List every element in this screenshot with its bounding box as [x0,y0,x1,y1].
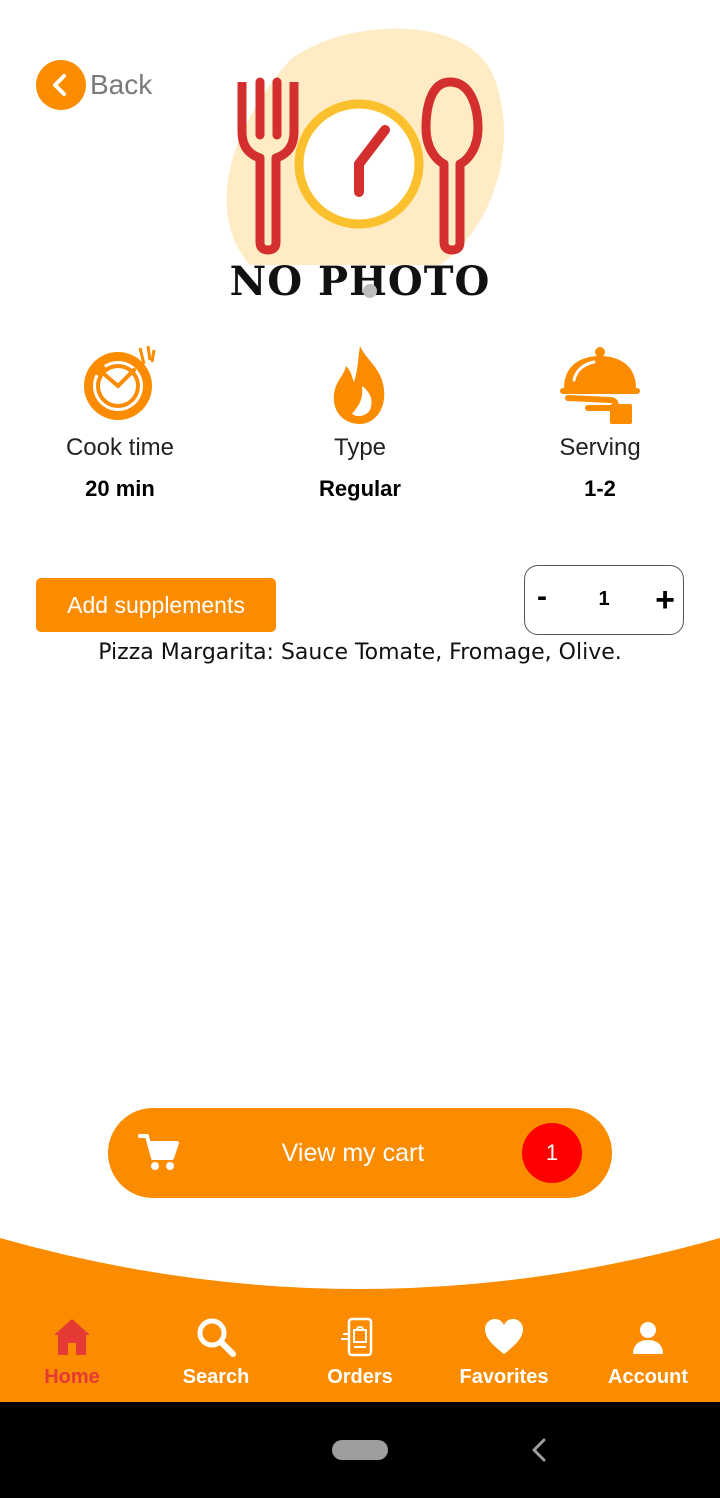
type-value: Regular [319,476,401,501]
system-back-icon[interactable] [528,1434,550,1466]
search-icon [197,1318,236,1357]
flame-icon [333,346,385,424]
serving-cloche-icon [560,347,640,424]
cook-time-value: 20 min [85,476,155,501]
serving-value: 1-2 [584,476,616,501]
nav-item-search[interactable]: Search [144,1310,288,1389]
dish-image-carousel[interactable]: NO PHOTO [0,0,720,326]
user-icon [633,1322,663,1354]
nav-label-favorites: Favorites [459,1366,549,1388]
nav-item-account[interactable]: Account [576,1310,720,1389]
cook-time-info: Cook time 20 min [0,342,240,502]
carousel-dot[interactable] [331,284,345,298]
home-icon [54,1319,90,1355]
add-supplements-button[interactable]: Add supplements [36,578,276,632]
carousel-indicator [331,284,377,298]
type-label: Type [333,434,387,461]
orders-icon [341,1317,373,1357]
nav-label-search: Search [182,1366,250,1388]
carousel-dot[interactable] [363,284,377,298]
dish-description: Pizza Margarita: Sauce Tomate, Fromage, … [98,640,622,665]
cook-time-label: Cook time [65,434,175,461]
bottom-navigation: Home Search Orders Favorites Account [0,1310,720,1402]
view-cart-button[interactable]: View my cart 1 [108,1108,612,1198]
chevron-left-icon [36,60,86,110]
nav-label-orders: Orders [327,1366,393,1388]
nav-item-orders[interactable]: Orders [288,1310,432,1389]
nav-label-home: Home [44,1366,100,1388]
increase-quantity-button[interactable]: + [655,580,675,620]
cook-time-icon [84,345,156,420]
serving-info: Serving 1-2 [480,342,720,502]
nav-item-favorites[interactable]: Favorites [432,1310,576,1389]
back-button[interactable]: Back [36,60,152,110]
serving-label: Serving [559,434,641,461]
quantity-stepper: - 1 + [524,565,684,635]
heart-icon [485,1319,523,1354]
nav-item-home[interactable]: Home [0,1310,144,1389]
type-info: Type Regular [240,342,480,502]
system-navigation-bar [0,1402,720,1498]
back-label: Back [90,69,153,100]
nav-label-account: Account [608,1366,688,1388]
cart-count-badge: 1 [522,1123,582,1183]
system-home-pill[interactable] [332,1440,388,1460]
